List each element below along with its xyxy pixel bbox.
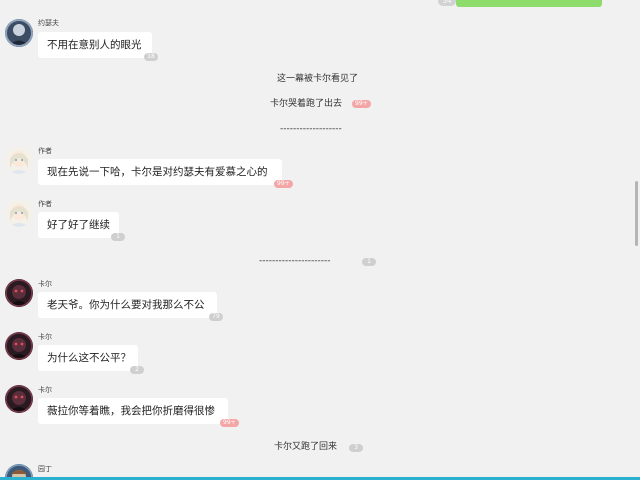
reply-count-badge[interactable]: 2 bbox=[130, 366, 144, 374]
message-username: 卡尔 bbox=[38, 280, 52, 288]
divider-dashes: ---------------------- bbox=[259, 256, 331, 266]
karl-avatar[interactable] bbox=[5, 385, 33, 413]
joseph-avatar[interactable] bbox=[5, 19, 33, 47]
message-username: 作者 bbox=[38, 147, 52, 155]
message-username: 约瑟夫 bbox=[38, 19, 59, 27]
reply-count-badge[interactable]: 1 bbox=[362, 258, 376, 266]
karl-avatar[interactable] bbox=[5, 279, 33, 307]
reply-count-badge[interactable]: 1 bbox=[111, 233, 125, 241]
reply-count-badge[interactable]: 99+ bbox=[274, 180, 293, 188]
reply-count-badge[interactable]: 99+ bbox=[352, 100, 371, 108]
author-avatar[interactable] bbox=[5, 199, 33, 227]
message-username: 作者 bbox=[38, 200, 52, 208]
message-bubble[interactable]: 不用在意别人的眼光 bbox=[38, 32, 152, 58]
reply-count-badge[interactable]: 79 bbox=[209, 313, 223, 321]
narration-text: 卡尔哭着跑了出去 bbox=[270, 99, 343, 109]
top-message-count-badge: 54 bbox=[438, 0, 456, 6]
author-avatar[interactable] bbox=[5, 146, 33, 174]
narration-text: 卡尔又跑了回来 bbox=[274, 442, 338, 452]
narration-text: 这一幕被卡尔看见了 bbox=[277, 74, 359, 84]
reply-count-badge[interactable]: 3 bbox=[349, 444, 363, 452]
message-bubble[interactable]: 薇拉你等着瞧，我会把你折磨得很惨 bbox=[38, 398, 228, 424]
chat-window: 54 约瑟夫 不用在意别人的眼光 18 这一幕被卡尔看见了 卡尔哭着跑了出去 9… bbox=[0, 0, 640, 480]
own-message-bubble[interactable] bbox=[456, 0, 602, 7]
karl-avatar[interactable] bbox=[5, 332, 33, 360]
message-bubble[interactable]: 老天爷。你为什么要对我那么不公 bbox=[38, 292, 217, 318]
message-bubble[interactable]: 现在先说一下哈，卡尔是对约瑟夫有爱慕之心的 bbox=[38, 159, 282, 185]
message-username: 卡尔 bbox=[38, 386, 52, 394]
message-username: 园丁 bbox=[38, 465, 52, 473]
reply-count-badge[interactable]: 18 bbox=[144, 53, 158, 61]
message-username: 卡尔 bbox=[38, 333, 52, 341]
reply-count-badge[interactable]: 99+ bbox=[220, 419, 239, 427]
message-bubble[interactable]: 好了好了继续 bbox=[38, 212, 119, 238]
message-bubble[interactable]: 为什么这不公平？ bbox=[38, 345, 138, 371]
vertical-scrollbar[interactable] bbox=[635, 181, 638, 246]
divider-dashes: ------------------- bbox=[280, 124, 342, 134]
